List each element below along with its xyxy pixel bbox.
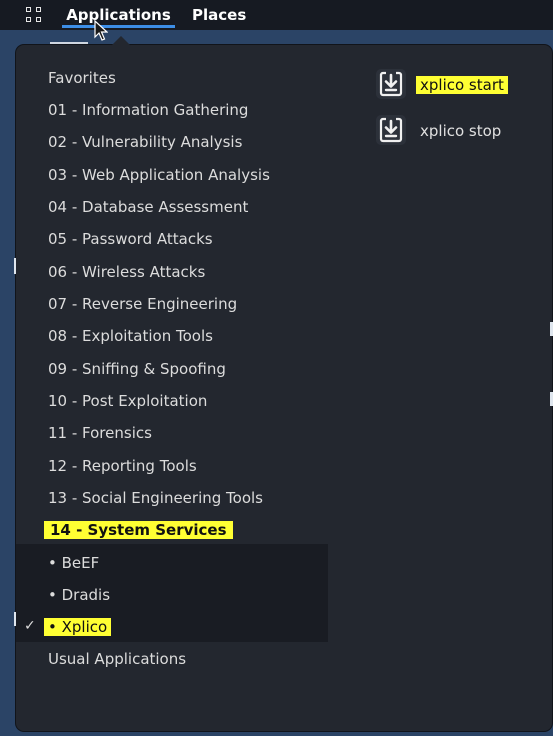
category-usual-applications[interactable]: Usual Applications (48, 650, 186, 668)
category-favorites[interactable]: Favorites (48, 69, 116, 87)
category-social-engineering-tools[interactable]: 13 - Social Engineering Tools (48, 489, 263, 507)
top-panel: Applications Places (0, 0, 553, 30)
applications-menu: Favorites 01 - Information Gathering 02 … (16, 36, 552, 731)
category-system-services[interactable]: 14 - System Services (44, 521, 233, 539)
menu-pointer (111, 36, 131, 46)
desktop-edge-mark (14, 258, 16, 274)
app-xplico-start-text: xplico start (416, 76, 508, 94)
app-xplico-stop-label: xplico stop (420, 122, 502, 140)
places-menu-button[interactable]: Places (192, 0, 246, 30)
category-forensics[interactable]: 11 - Forensics (48, 424, 152, 442)
check-icon: ✓ (24, 618, 36, 634)
submenu-item-xplico-label: • Xplico (44, 618, 112, 636)
category-sniffing-spoofing[interactable]: 09 - Sniffing & Spoofing (48, 360, 226, 378)
applications-menu-button[interactable]: Applications (62, 0, 175, 30)
mouse-cursor-icon (94, 20, 108, 41)
category-password-attacks[interactable]: 05 - Password Attacks (48, 230, 213, 248)
submenu-item-xplico[interactable]: • Xplico (44, 618, 112, 636)
category-database-assessment[interactable]: 04 - Database Assessment (48, 198, 248, 216)
category-wireless-attacks[interactable]: 06 - Wireless Attacks (48, 263, 205, 281)
category-reporting-tools[interactable]: 12 - Reporting Tools (48, 457, 197, 475)
submenu-item-dradis[interactable]: • Dradis (48, 586, 110, 604)
category-vulnerability-analysis[interactable]: 02 - Vulnerability Analysis (48, 133, 242, 151)
app-xplico-start-label: xplico start (416, 76, 508, 94)
category-system-services-label: 14 - System Services (44, 521, 233, 539)
desktop-edge-mark (14, 612, 16, 626)
category-exploitation-tools[interactable]: 08 - Exploitation Tools (48, 327, 213, 345)
download-icon (376, 69, 406, 99)
app-grid-icon[interactable] (26, 7, 42, 23)
download-icon (376, 115, 406, 145)
category-reverse-engineering[interactable]: 07 - Reverse Engineering (48, 295, 237, 313)
category-web-application-analysis[interactable]: 03 - Web Application Analysis (48, 166, 270, 184)
menu-top-mark (50, 42, 88, 44)
submenu-item-beef[interactable]: • BeEF (48, 554, 99, 572)
category-post-exploitation[interactable]: 10 - Post Exploitation (48, 392, 207, 410)
category-information-gathering[interactable]: 01 - Information Gathering (48, 101, 248, 119)
